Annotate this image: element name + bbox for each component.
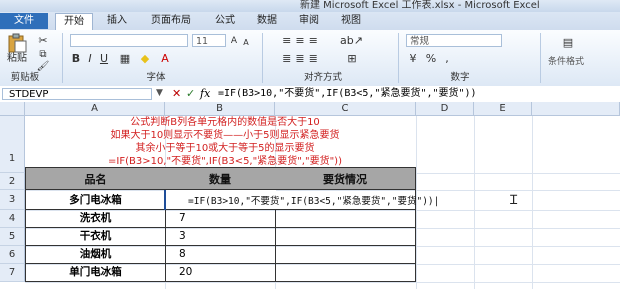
tab-insert[interactable]: 插入: [100, 13, 134, 29]
tab-file[interactable]: 文件: [0, 13, 48, 29]
cut-icon[interactable]: ✂: [36, 34, 50, 48]
insert-function-button[interactable]: fx: [200, 87, 216, 100]
grow-font-icon[interactable]: A: [228, 34, 240, 48]
underline-button[interactable]: U: [98, 52, 110, 66]
tab-page-layout[interactable]: 页面布局: [142, 13, 200, 29]
cell-c6[interactable]: [275, 246, 416, 264]
number-group-label: 数字: [450, 72, 470, 83]
paste-button[interactable]: 粘贴: [2, 52, 32, 66]
column-header-c[interactable]: C: [275, 102, 416, 116]
column-header-a[interactable]: A: [25, 102, 165, 116]
currency-icon[interactable]: ¥: [406, 52, 420, 66]
borders-icon[interactable]: ▦: [118, 52, 132, 66]
column-header-d[interactable]: D: [416, 102, 474, 116]
tab-review[interactable]: 审阅: [292, 13, 326, 29]
conditional-format-button[interactable]: 条件格式: [548, 54, 618, 67]
row-header-2[interactable]: 2: [0, 173, 25, 190]
font-group-label: 字体: [146, 72, 166, 83]
tab-home[interactable]: 开始: [55, 13, 93, 31]
row-header-3[interactable]: 3: [0, 190, 25, 210]
cell-b6[interactable]: 8: [165, 246, 276, 264]
window-title: 新建 Microsoft Excel 工作表.xlsx - Microsoft …: [300, 0, 540, 11]
row-header-4[interactable]: 4: [0, 210, 25, 228]
shrink-font-icon[interactable]: A: [240, 36, 252, 50]
cell-a7[interactable]: 单门电冰箱: [25, 264, 166, 282]
formula-input[interactable]: =IF(B3>10,"不要货",IF(B3<5,"紧急要货","要货")): [218, 87, 618, 101]
cell-b5[interactable]: 3: [165, 228, 276, 246]
cell-a5[interactable]: 干衣机: [25, 228, 166, 246]
table-header-name[interactable]: 品名: [25, 167, 166, 190]
number-format-combo[interactable]: 常规: [406, 34, 502, 47]
cell-a3[interactable]: 多门电冰箱: [25, 190, 166, 210]
orientation-icon[interactable]: ab↗: [340, 34, 363, 48]
cancel-icon[interactable]: ✕: [172, 87, 184, 100]
note-line-2: 如果大于10则显示不要货——小于5则显示紧急要货: [110, 130, 340, 141]
cell-b7[interactable]: 20: [165, 264, 276, 282]
paste-icon[interactable]: [6, 33, 28, 53]
cell-c4[interactable]: [275, 210, 416, 228]
font-name-combo[interactable]: [70, 34, 188, 47]
text-cursor-icon: Ɪ: [510, 193, 518, 208]
row-header-6[interactable]: 6: [0, 246, 25, 264]
percent-button[interactable]: %: [424, 52, 438, 66]
conditional-format-icon[interactable]: ▤: [558, 36, 578, 50]
column-header-b[interactable]: B: [165, 102, 275, 116]
row-header-5[interactable]: 5: [0, 228, 25, 246]
cell-a4[interactable]: 洗衣机: [25, 210, 166, 228]
alignment-group-label: 对齐方式: [303, 72, 342, 83]
cell-c5[interactable]: [275, 228, 416, 246]
enter-icon[interactable]: ✓: [186, 87, 198, 100]
font-size-combo[interactable]: 11: [192, 34, 226, 47]
ribbon-separator: [62, 33, 63, 83]
name-box[interactable]: STDEVP: [2, 88, 152, 100]
note-line-3: 其余小于等于10或大于等于5的显示要货: [135, 143, 315, 154]
comma-button[interactable]: ,: [440, 52, 454, 66]
ribbon-separator: [398, 33, 399, 83]
table-header-status[interactable]: 要货情况: [275, 167, 416, 190]
note-line-1: 公式判断B列各单元格内的数值是否大于10: [130, 117, 320, 128]
ribbon-separator: [540, 33, 541, 83]
cell-b4[interactable]: 7: [165, 210, 276, 228]
merge-cells-icon[interactable]: ⊞: [345, 52, 359, 66]
fill-color-icon[interactable]: ◆: [138, 52, 152, 66]
column-header-f[interactable]: [532, 102, 620, 116]
cell-c7[interactable]: [275, 264, 416, 282]
gridline: [25, 282, 620, 283]
ribbon-separator: [262, 33, 263, 83]
active-cell-indicator: [164, 190, 166, 210]
name-box-dropdown-icon[interactable]: ▼: [156, 88, 166, 98]
row-header-1[interactable]: 1: [0, 116, 25, 173]
font-color-icon[interactable]: A: [158, 52, 172, 66]
tab-data[interactable]: 数据: [250, 13, 284, 29]
column-header-e[interactable]: E: [474, 102, 532, 116]
italic-button[interactable]: I: [84, 52, 96, 66]
cell-edit-text[interactable]: =IF(B3>10,"不要货",IF(B3<5,"紧急要货","要货"))|: [188, 195, 439, 209]
row-header-7[interactable]: 7: [0, 264, 25, 282]
vertical-align-icons[interactable]: ≡≡≡: [272, 34, 332, 48]
select-all-corner[interactable]: [0, 102, 25, 116]
bold-button[interactable]: B: [70, 52, 82, 66]
tab-formulas[interactable]: 公式: [208, 13, 242, 29]
table-header-qty[interactable]: 数量: [165, 167, 276, 190]
horizontal-align-icons[interactable]: ≣≣≣: [272, 52, 332, 66]
tab-view[interactable]: 视图: [334, 13, 368, 29]
explanation-note[interactable]: 公式判断B列各单元格内的数值是否大于10 如果大于10则显示不要货——小于5则显…: [25, 116, 425, 171]
clipboard-group-label: 剪贴板: [10, 72, 40, 83]
cell-a6[interactable]: 油烟机: [25, 246, 166, 264]
